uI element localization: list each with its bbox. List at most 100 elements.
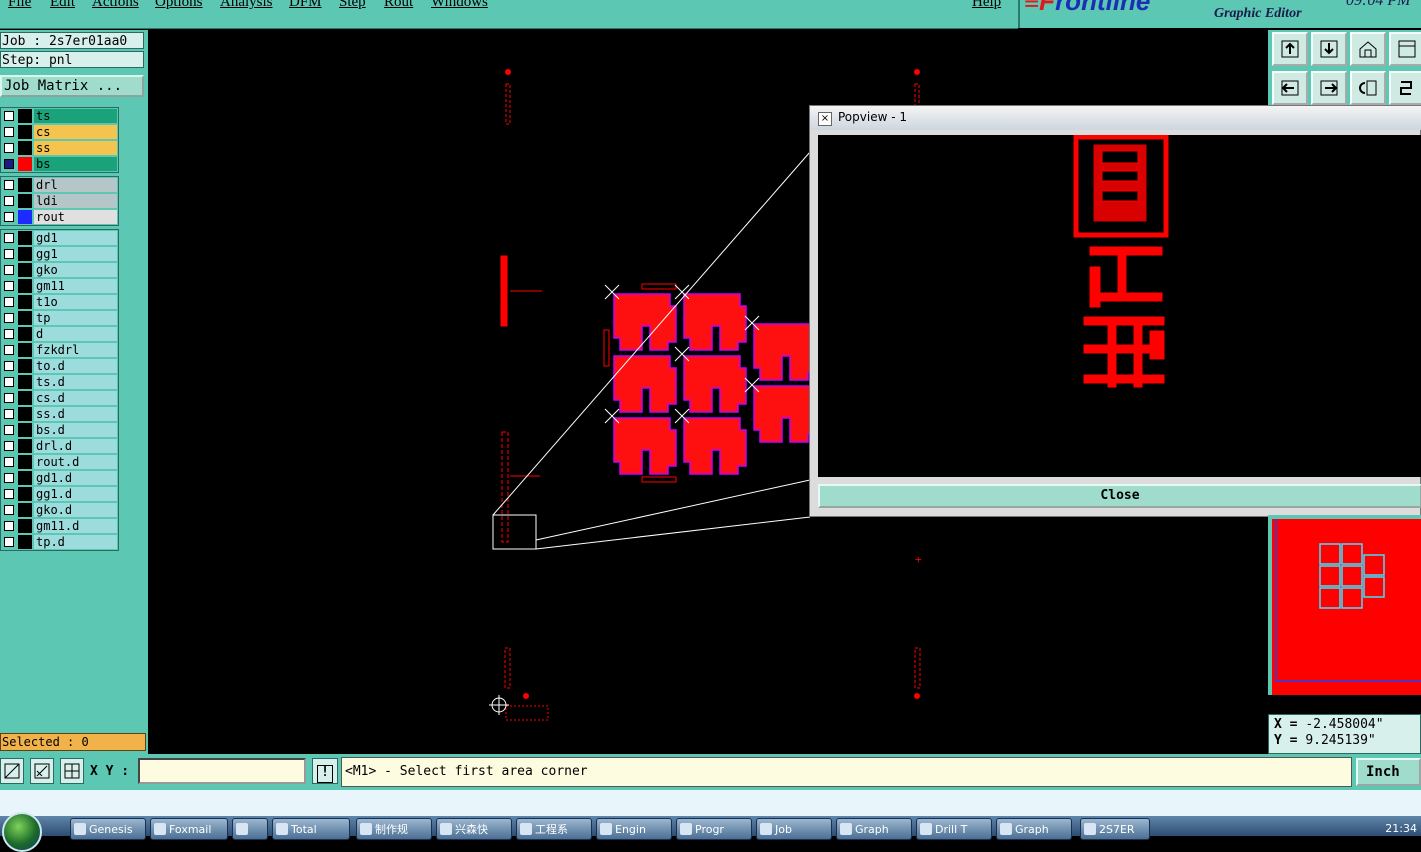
menu-windows[interactable]: Windows	[431, 0, 488, 11]
measure-button[interactable]	[30, 758, 54, 784]
layer-checkbox[interactable]	[4, 212, 14, 222]
layer-checkbox[interactable]	[4, 345, 14, 355]
layer-checkbox[interactable]	[4, 281, 14, 291]
menu-options[interactable]: Options	[155, 0, 203, 11]
layer-checkbox[interactable]	[4, 505, 14, 515]
layer-row-ldi[interactable]: ldi	[1, 193, 118, 209]
layer-checkbox[interactable]	[4, 196, 14, 206]
layer-checkbox[interactable]	[4, 521, 14, 531]
layer-checkbox[interactable]	[4, 127, 14, 137]
menu-dfm[interactable]: DFM	[289, 0, 322, 11]
tool-left-button[interactable]	[1272, 71, 1308, 105]
menu-step[interactable]: Step	[339, 0, 366, 11]
taskbar-item[interactable]: Graph	[836, 818, 912, 840]
warning-button[interactable]: !	[312, 758, 338, 784]
layer-checkbox[interactable]	[4, 361, 14, 371]
snap-button[interactable]	[0, 758, 24, 784]
layer-checkbox[interactable]	[4, 297, 14, 307]
xy-input[interactable]	[138, 758, 306, 784]
layer-checkbox[interactable]	[4, 377, 14, 387]
job-matrix-button[interactable]: Job Matrix ...	[0, 75, 144, 97]
menu-actions[interactable]: Actions	[92, 0, 139, 11]
tool-rotate-button[interactable]	[1350, 71, 1386, 105]
start-button[interactable]	[2, 812, 42, 852]
layer-row-gm11[interactable]: gm11	[1, 278, 118, 294]
layer-row-gm11-d[interactable]: gm11.d	[1, 518, 118, 534]
layer-checkbox[interactable]	[4, 329, 14, 339]
popview-close-button[interactable]: Close	[818, 484, 1421, 508]
layer-checkbox[interactable]	[4, 249, 14, 259]
layer-checkbox[interactable]	[4, 393, 14, 403]
taskbar-item[interactable]: Drill T	[916, 818, 992, 840]
layer-row-cs-d[interactable]: cs.d	[1, 390, 118, 406]
layer-checkbox[interactable]	[4, 265, 14, 275]
layer-checkbox[interactable]	[4, 313, 14, 323]
layer-checkbox[interactable]	[4, 441, 14, 451]
layer-row-gg1-d[interactable]: gg1.d	[1, 486, 118, 502]
popview-close-icon[interactable]: ×	[818, 112, 832, 126]
layer-checkbox[interactable]	[4, 425, 14, 435]
menu-edit[interactable]: Edit	[50, 0, 75, 11]
tool-save-button[interactable]	[1311, 32, 1347, 66]
layer-checkbox[interactable]	[4, 489, 14, 499]
menu-analysis[interactable]: Analysis	[220, 0, 273, 11]
layer-row-gko[interactable]: gko	[1, 262, 118, 278]
taskbar-item[interactable]: 兴森快	[436, 818, 512, 840]
layer-row-to-d[interactable]: to.d	[1, 358, 118, 374]
taskbar-item[interactable]: 制作规	[356, 818, 432, 840]
layer-name: drl	[34, 178, 117, 192]
taskbar-item[interactable]: Engin	[596, 818, 672, 840]
taskbar-item[interactable]	[232, 818, 268, 840]
taskbar-item[interactable]: Graph	[996, 818, 1072, 840]
layer-row-ts[interactable]: ts	[1, 108, 118, 124]
layer-row-gko-d[interactable]: gko.d	[1, 502, 118, 518]
layer-checkbox[interactable]	[4, 143, 14, 153]
taskbar-item[interactable]: 工程系	[516, 818, 592, 840]
tool-open-button[interactable]	[1272, 32, 1308, 66]
taskbar-item[interactable]: Total	[272, 818, 350, 840]
layer-row-ss-d[interactable]: ss.d	[1, 406, 118, 422]
taskbar-item[interactable]: Progr	[676, 818, 752, 840]
layer-checkbox[interactable]	[4, 409, 14, 419]
layer-row-d[interactable]: d	[1, 326, 118, 342]
layer-checkbox[interactable]	[4, 180, 14, 190]
layer-row-bs[interactable]: bs	[1, 156, 118, 172]
layer-row-ts-d[interactable]: ts.d	[1, 374, 118, 390]
layer-row-t1o[interactable]: t1o	[1, 294, 118, 310]
tool-right-button[interactable]	[1311, 71, 1347, 105]
taskbar-item[interactable]: Foxmail	[150, 818, 228, 840]
layer-row-tp-d[interactable]: tp.d	[1, 534, 118, 550]
menu-file[interactable]: File	[8, 0, 31, 11]
grid-button[interactable]	[60, 758, 84, 784]
layer-checkbox[interactable]	[4, 233, 14, 243]
overview-panel[interactable]	[1268, 515, 1421, 695]
layer-row-gd1[interactable]: gd1	[1, 230, 118, 246]
taskbar-item[interactable]: Job	[756, 818, 832, 840]
popview-titlebar[interactable]: × Popview - 1	[810, 106, 1421, 130]
layer-row-bs-d[interactable]: bs.d	[1, 422, 118, 438]
layer-row-gd1-d[interactable]: gd1.d	[1, 470, 118, 486]
units-button[interactable]: Inch	[1356, 758, 1421, 786]
layer-row-tp[interactable]: tp	[1, 310, 118, 326]
layer-row-ss[interactable]: ss	[1, 140, 118, 156]
taskbar-item[interactable]: Genesis	[70, 818, 146, 840]
layer-checkbox[interactable]	[4, 473, 14, 483]
layer-row-gg1[interactable]: gg1	[1, 246, 118, 262]
menu-help[interactable]: Help	[972, 0, 1001, 11]
layer-checkbox[interactable]	[4, 457, 14, 467]
layer-row-rout-d[interactable]: rout.d	[1, 454, 118, 470]
layer-checkbox[interactable]	[4, 159, 14, 169]
layer-row-fzkdrl[interactable]: fzkdrl	[1, 342, 118, 358]
layer-row-drl[interactable]: drl	[1, 177, 118, 193]
layer-row-cs[interactable]: cs	[1, 124, 118, 140]
layer-checkbox[interactable]	[4, 537, 14, 547]
menu-rout[interactable]: Rout	[384, 0, 413, 11]
popview-canvas[interactable]	[818, 134, 1421, 477]
tool-mirror-button[interactable]	[1389, 71, 1421, 105]
tool-window-button[interactable]	[1389, 32, 1421, 66]
layer-row-rout[interactable]: rout	[1, 209, 118, 225]
taskbar-item[interactable]: 2S7ER	[1080, 818, 1150, 840]
layer-row-drl-d[interactable]: drl.d	[1, 438, 118, 454]
tool-home-button[interactable]	[1350, 32, 1386, 66]
layer-checkbox[interactable]	[4, 111, 14, 121]
